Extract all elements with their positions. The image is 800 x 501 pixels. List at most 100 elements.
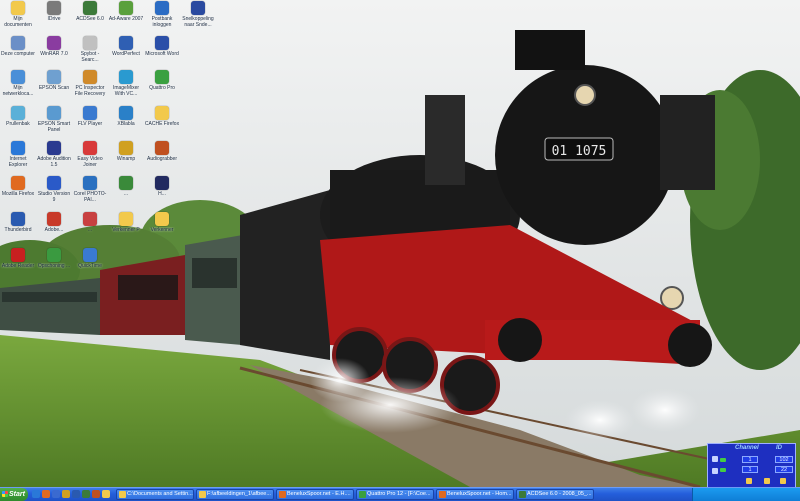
postbank-icon <box>155 1 169 15</box>
imagemixer-icon <box>119 70 133 84</box>
desktop-icon[interactable]: Adobe... <box>36 212 72 233</box>
taskbar: Start C:\Documents and Settin... F:\afbee… <box>0 487 800 501</box>
channel-widget[interactable]: Channel ID 1 1 102 22 <box>707 443 796 488</box>
desktop-icon[interactable]: Mijn documenten <box>0 1 36 28</box>
firefox-icon <box>11 176 25 190</box>
speaker-icon-2[interactable] <box>764 478 770 484</box>
desktop-icon[interactable]: PC Inspector File Recovery <box>72 70 108 97</box>
desktop-icon[interactable]: Studio Version 9 <box>36 176 72 203</box>
power-icon[interactable] <box>712 468 718 474</box>
desktop-icon[interactable]: QuickTime <box>72 248 108 269</box>
desktop-icon-label: Microsoft Word <box>145 51 179 57</box>
folder-icon <box>119 491 126 498</box>
taskbar-task-button[interactable]: C:\Documents and Settin... <box>116 489 194 500</box>
firefox-icon[interactable] <box>42 490 50 498</box>
desktop-icon[interactable] <box>52 490 60 498</box>
desktop-icon[interactable]: H... <box>144 176 180 197</box>
desktop-icon[interactable]: Ad-Aware 2007 <box>108 1 144 22</box>
wordperfect-icon <box>119 36 133 50</box>
desktop-icon-label: CACHE Firefox <box>144 121 180 127</box>
desktop-icon[interactable]: Prullenbak <box>0 106 36 127</box>
taskbar-task-button[interactable]: F:\afbeeldingen_1\afbee... <box>196 489 274 500</box>
locomotive-number: 01 1075 <box>552 144 607 159</box>
desktop-icon[interactable]: Adobe Audition 1.5 <box>36 141 72 168</box>
taskbar-task-button[interactable]: BeneluxSpoor.net - E.H.... <box>276 489 354 500</box>
network-icon <box>11 70 25 84</box>
desktop-icon[interactable]: Mozilla Firefox <box>0 176 36 197</box>
desktop-icon[interactable]: FLV Player <box>72 106 108 127</box>
desktop-icon-label: Mijn netwerkloca... <box>2 85 34 97</box>
smartpanel-icon <box>47 106 61 120</box>
desktop-icon[interactable]: IDrive <box>36 1 72 22</box>
adaware-icon <box>119 1 133 15</box>
id-value-1[interactable]: 102 <box>775 456 793 463</box>
desktop-icon[interactable]: XBlabla <box>108 106 144 127</box>
acdsee-icon <box>83 1 97 15</box>
channel-value-2[interactable]: 1 <box>742 466 758 473</box>
channel-title: Channel <box>735 445 759 451</box>
desktop-icon[interactable]: WinRAR 7.0 <box>36 36 72 57</box>
media-icon[interactable] <box>92 490 100 498</box>
drive-icon <box>47 1 61 15</box>
speaker-icon-3[interactable] <box>780 478 786 484</box>
desktop-icon-label: ... <box>87 227 93 233</box>
desktop-icon[interactable]: CACHE Firefox <box>144 106 180 127</box>
desktop-icon[interactable]: Postbank inloggen <box>144 1 180 28</box>
desktop-icon[interactable]: Opschoning ... <box>36 248 72 269</box>
id-value-2[interactable]: 22 <box>775 466 793 473</box>
desktop-icon[interactable]: EPSON Smart Panel <box>36 106 72 133</box>
cleanup-icon <box>47 248 61 262</box>
desktop-icon[interactable]: Audiograbber <box>144 141 180 162</box>
desktop-icon[interactable]: Verkenner P <box>108 212 144 233</box>
desktop-icon-label: Adobe... <box>44 227 64 233</box>
desktop-icon[interactable]: EPSON Scan <box>36 70 72 91</box>
taskbar-task-button[interactable]: ACDSee 6.0 - 2008_05_... <box>516 489 594 500</box>
desktop-icon[interactable]: Mijn netwerkloca... <box>0 70 36 97</box>
folder-icon <box>119 212 133 226</box>
desktop-icon-label: ACDSee 6.0 <box>76 16 104 22</box>
desktop-icon-label: Thunderbird <box>4 227 32 233</box>
ie-icon <box>11 141 25 155</box>
desktop-icon[interactable]: Snelkoppeling naar Snde... <box>180 1 216 28</box>
desktop-icon[interactable]: Quattro Pro <box>144 70 180 91</box>
taskbar-task-button[interactable]: BeneluxSpoor.net - Hom... <box>436 489 514 500</box>
desktop-icon-label: Ad-Aware 2007 <box>108 16 144 22</box>
speaker-icon[interactable] <box>746 478 752 484</box>
ie-icon[interactable] <box>32 490 40 498</box>
desktop-icon[interactable]: Spybot - Searc... <box>72 36 108 63</box>
quattro-icon <box>155 70 169 84</box>
desktop-icon[interactable]: ... <box>72 212 108 233</box>
desktop-icon[interactable]: Deze computer <box>0 36 36 57</box>
desktop-icon[interactable]: Winamp <box>108 141 144 162</box>
desktop-icon-label: ... <box>123 191 129 197</box>
flvplayer-icon <box>83 106 97 120</box>
taskbar-task-button[interactable]: Quattro Pro 12 - [F:\Coe... <box>356 489 434 500</box>
adobe-reader-icon <box>11 248 25 262</box>
start-button[interactable]: Start <box>0 488 28 501</box>
desktop-icon[interactable]: Easy Video Joiner <box>72 141 108 168</box>
settings-icon[interactable] <box>712 456 718 462</box>
desktop-icon[interactable]: Corel PHOTO-PAI... <box>72 176 108 203</box>
id-title: ID <box>776 445 782 451</box>
winamp-icon[interactable] <box>62 490 70 498</box>
status-led-green <box>720 458 726 462</box>
channel-value-1[interactable]: 1 <box>742 456 758 463</box>
desktop-icon[interactable]: WordPerfect <box>108 36 144 57</box>
folder-icon[interactable] <box>102 490 110 498</box>
taskbar-task-label: F:\afbeeldingen_1\afbee... <box>207 491 271 497</box>
desktop-icon[interactable]: Verkenner <box>144 212 180 233</box>
desktop-icon[interactable]: ImageMixer With VC... <box>108 70 144 97</box>
acdsee-icon[interactable] <box>82 490 90 498</box>
desktop-icon-label: Easy Video Joiner <box>77 156 103 168</box>
desktop-icon-label: Studio Version 9 <box>37 191 71 203</box>
recycle-bin-icon <box>11 106 25 120</box>
desktop-icon[interactable]: ACDSee 6.0 <box>72 1 108 22</box>
desktop-icon[interactable]: Microsoft Word <box>144 36 180 57</box>
desktop-icon[interactable]: Thunderbird <box>0 212 36 233</box>
desktop-icon[interactable]: Internet Explorer <box>0 141 36 168</box>
desktop-icon[interactable]: Adobe Reader <box>0 248 36 269</box>
desktop-icon-label: Verkenner <box>150 227 174 233</box>
desktop-icon-label: Mozilla Firefox <box>1 191 35 197</box>
thunderbird-icon[interactable] <box>72 490 80 498</box>
desktop-icon[interactable]: ... <box>108 176 144 197</box>
